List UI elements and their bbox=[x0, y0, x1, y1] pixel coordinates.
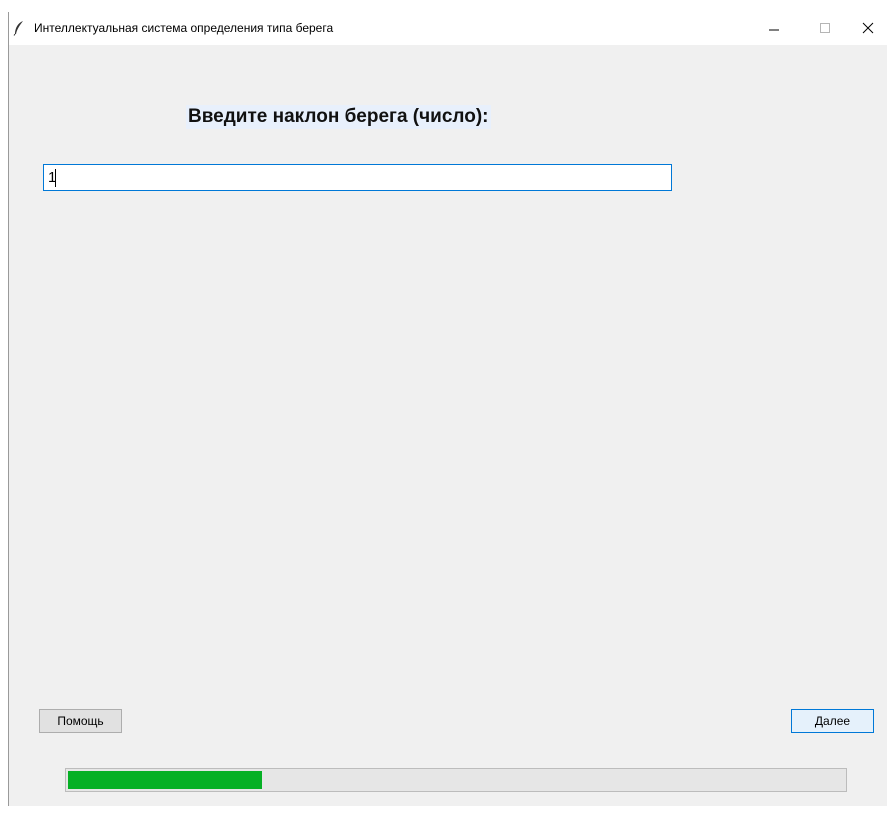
text-caret bbox=[55, 169, 56, 187]
progress-bar-fill bbox=[68, 771, 262, 789]
title-bar[interactable]: Интеллектуальная система определения тип… bbox=[9, 12, 887, 45]
app-window: Интеллектуальная система определения тип… bbox=[8, 12, 887, 806]
close-button[interactable] bbox=[845, 12, 887, 45]
slope-prompt-label: Введите наклон берега (число): bbox=[186, 105, 491, 129]
window-title: Интеллектуальная система определения тип… bbox=[34, 21, 334, 35]
progress-bar bbox=[65, 768, 847, 792]
feather-icon bbox=[13, 20, 25, 36]
close-icon bbox=[862, 22, 874, 34]
slope-input[interactable] bbox=[43, 164, 672, 191]
minimize-icon bbox=[769, 29, 779, 31]
maximize-icon bbox=[820, 23, 830, 33]
help-button[interactable]: Помощь bbox=[39, 709, 122, 733]
next-button[interactable]: Далее bbox=[791, 709, 874, 733]
minimize-button[interactable] bbox=[751, 12, 797, 45]
maximize-button[interactable] bbox=[801, 12, 847, 45]
